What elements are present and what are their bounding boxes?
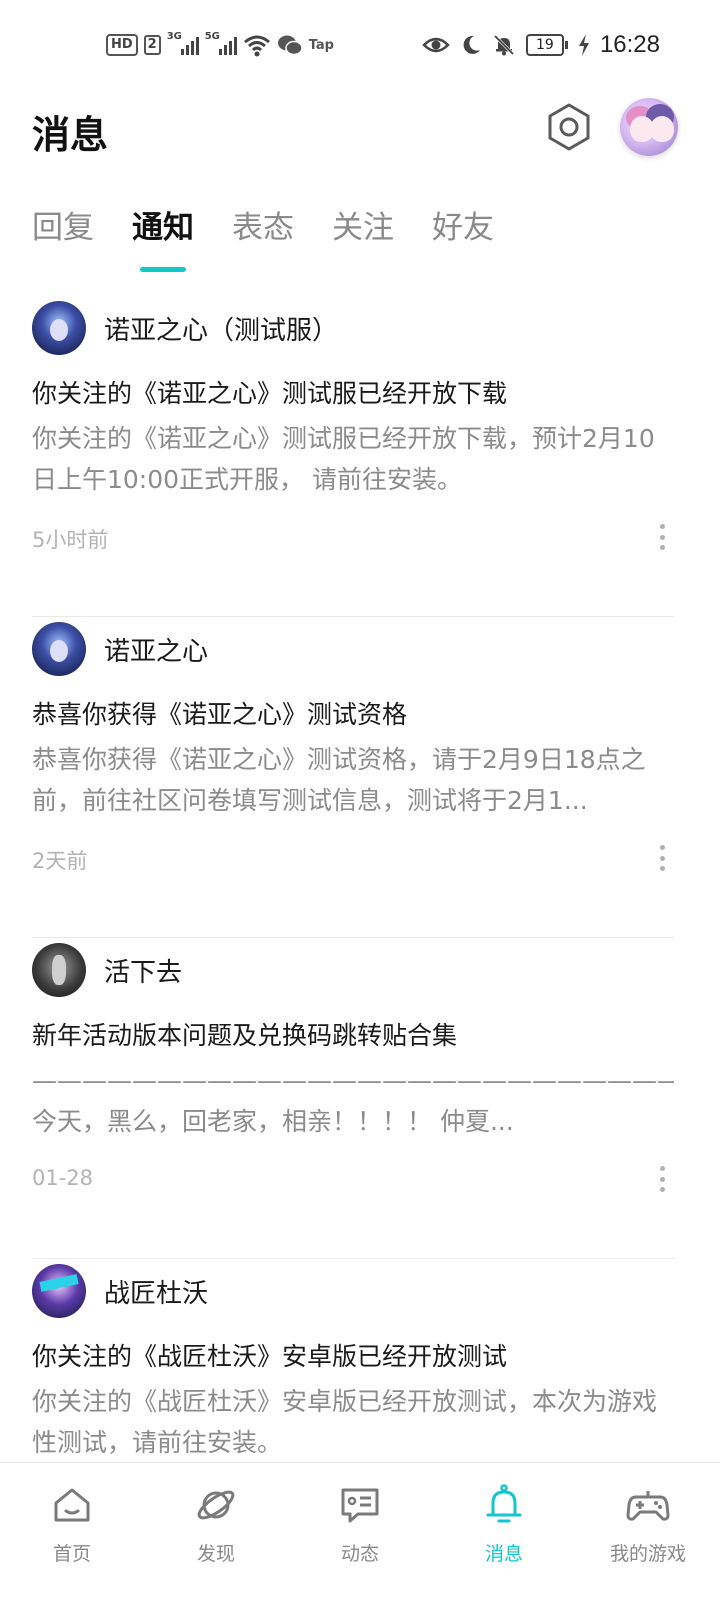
card-header: 活下去 [32,942,182,998]
tab-reaction[interactable]: 表态 [232,204,294,252]
notification-time: 5小时前 [32,528,109,552]
sender-name[interactable]: 活下去 [104,952,182,989]
more-options-button[interactable] [650,1164,674,1194]
game-avatar[interactable] [32,622,86,676]
gamepad-icon [626,1491,670,1521]
wechat-icon [277,35,303,56]
nav-home[interactable]: 首页 [0,1463,144,1601]
tab-friends[interactable]: 好友 [432,204,494,252]
card-header: 诺亚之心（测试服） [32,300,338,356]
notification-body: 恭喜你获得《诺亚之心》测试资格，请于2月9日18点之前，前往社区问卷填写测试信息… [32,745,646,815]
nav-feed-label: 动态 [340,1543,379,1565]
battery-level: 19 [525,34,564,56]
bell-muted-icon [493,34,514,56]
notification-card[interactable]: 活下去 新年活动版本问题及兑换码跳转贴合集 ——————————————————… [32,938,674,1259]
nav-discover-label: 发现 [196,1543,235,1565]
more-options-button[interactable] [650,522,674,552]
nav-my-games[interactable]: 我的游戏 [576,1463,720,1601]
tab-follow[interactable]: 关注 [332,204,394,252]
notification-body: 你关注的《诺亚之心》测试服已经开放下载，预计2月10日上午10:00正式开服， … [32,424,655,494]
notification-list: 诺亚之心（测试服） 你关注的《诺亚之心》测试服已经开放下载 你关注的《诺亚之心》… [32,296,674,1458]
nav-home-label: 首页 [52,1543,91,1565]
signal-5g-icon: 5G [205,31,237,55]
game-avatar[interactable] [32,943,86,997]
message-tabs: 回复 通知 表态 关注 好友 [32,204,494,274]
notification-title: 你关注的《战匠杜沃》安卓版已经开放测试 [32,1342,508,1371]
card-header: 战匠杜沃 [32,1263,208,1319]
gear-icon [548,103,590,151]
nav-my-games-label: 我的游戏 [609,1543,686,1565]
nav-messages-label: 消息 [484,1543,523,1565]
tab-reply[interactable]: 回复 [32,204,94,252]
notification-body: 你关注的《战匠杜沃》安卓版已经开放测试，本次为游戏性测试，请前往安装。 [32,1387,658,1457]
notification-title: 恭喜你获得《诺亚之心》测试资格 [32,700,408,729]
notification-title: 新年活动版本问题及兑换码跳转贴合集 [32,1021,458,1050]
nav-discover[interactable]: 发现 [144,1463,288,1601]
wifi-icon [243,35,270,57]
tab-notification-label: 通知 [132,210,194,246]
planet-icon [197,1490,235,1520]
notification-time: 2天前 [32,849,88,873]
tab-active-indicator [140,267,186,272]
battery-indicator: 19 [525,34,568,56]
settings-button[interactable] [544,102,594,152]
bell-icon [486,1484,522,1523]
notification-card[interactable]: 诺亚之心 恭喜你获得《诺亚之心》测试资格 恭喜你获得《诺亚之心》测试资格，请于2… [32,617,674,938]
hd-badge: HD [106,34,138,56]
home-icon [54,1488,90,1522]
status-bar: HD 2 3G 5G Tap 19 16:28 [0,0,720,90]
notification-card[interactable]: 诺亚之心（测试服） 你关注的《诺亚之心》测试服已经开放下载 你关注的《诺亚之心》… [32,296,674,617]
page-title: 消息 [32,113,109,157]
tap-app-label: Tap [308,37,334,53]
tab-notification[interactable]: 通知 [132,204,194,272]
eye-icon [422,37,450,53]
notification-time: 01-28 [32,1166,94,1190]
charging-icon [578,34,589,56]
status-right: 19 16:28 [422,30,660,60]
game-avatar[interactable] [32,301,86,355]
clock: 16:28 [599,31,660,58]
sender-name[interactable]: 战匠杜沃 [104,1273,208,1310]
notification-card[interactable]: 战匠杜沃 你关注的《战匠杜沃》安卓版已经开放测试 你关注的《战匠杜沃》安卓版已经… [32,1259,674,1458]
signal-3g-icon: 3G [167,31,199,55]
chat-icon [341,1488,379,1523]
notification-body: ——————————————————————————— 今天，黑么，回老家，相亲… [32,1066,674,1136]
game-avatar[interactable] [32,1264,86,1318]
more-options-button[interactable] [650,843,674,873]
signal-5g-label: 5G [204,31,220,42]
sender-name[interactable]: 诺亚之心（测试服） [104,310,338,347]
notification-title: 你关注的《诺亚之心》测试服已经开放下载 [32,379,508,408]
card-header: 诺亚之心 [32,621,208,677]
user-avatar[interactable] [620,98,678,156]
nav-feed[interactable]: 动态 [288,1463,432,1601]
nav-messages[interactable]: 消息 [432,1463,576,1601]
signal-3g-label: 3G [166,31,182,42]
sim-badge: 2 [143,35,161,55]
moon-icon [463,35,480,54]
bottom-nav: 首页 发现 动态 消息 我的游戏 [0,1462,720,1601]
status-left: HD 2 3G 5G Tap [106,30,334,60]
sender-name[interactable]: 诺亚之心 [104,631,208,668]
